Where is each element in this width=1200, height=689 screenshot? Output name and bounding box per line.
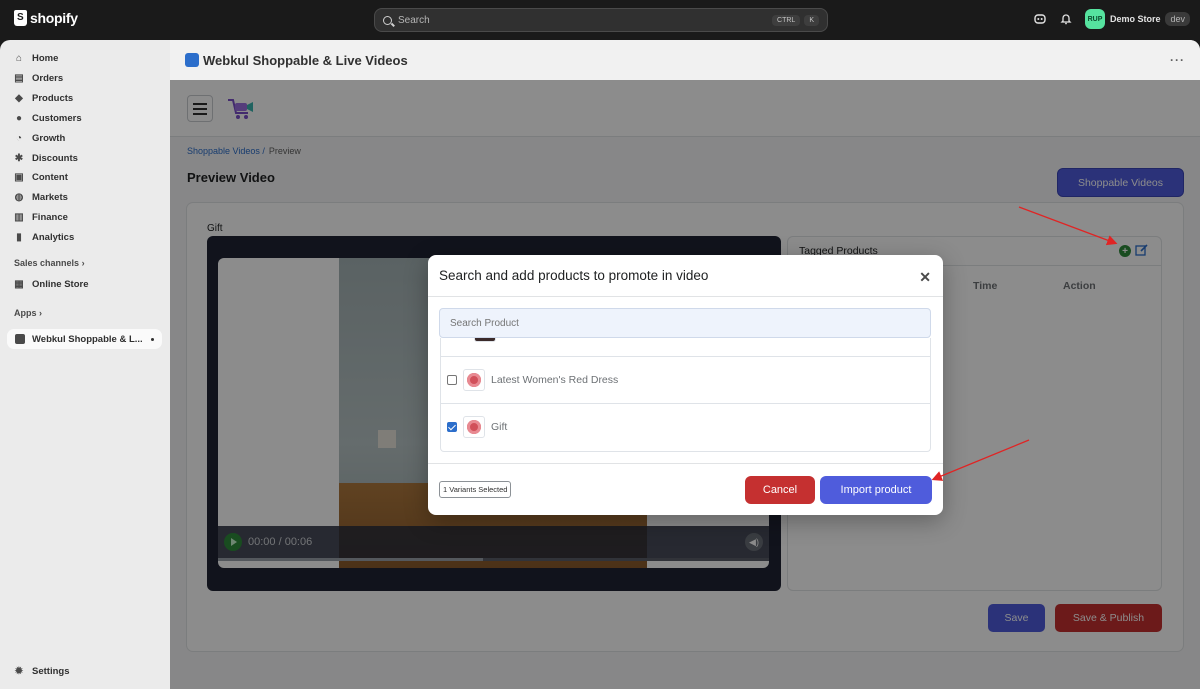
product-name: Latest Women's Red Dress [491, 374, 619, 386]
shortcut-keys: CTRL K [772, 14, 819, 26]
apps-label: Apps [14, 308, 37, 318]
store-icon: ▦ [14, 278, 24, 290]
product-thumbnail [474, 338, 496, 342]
variants-selected-badge: 1 Variants Selected [439, 481, 512, 498]
store-name: Demo Store [1109, 14, 1161, 24]
inbox-icon: ▤ [14, 72, 24, 84]
chevron-right-icon: › [39, 308, 43, 318]
product-image [467, 373, 481, 387]
sidebar-item-label: Settings [32, 665, 70, 677]
close-icon[interactable]: ✕ [919, 269, 931, 286]
shopify-bag-icon [14, 10, 27, 26]
divider [428, 463, 943, 464]
sidekick-icon[interactable] [1033, 12, 1047, 26]
divider [428, 296, 943, 297]
app-title: Webkul Shoppable & Live Videos [203, 52, 408, 68]
product-list[interactable]: Latest Women's Red Dress Gift [440, 338, 931, 452]
modal-title: Search and add products to promote in vi… [439, 268, 709, 283]
discount-icon: ✱ [14, 152, 24, 164]
more-options-icon[interactable]: ··· [1170, 53, 1185, 67]
dev-badge: dev [1165, 12, 1190, 26]
sidebar-item-label: Home [32, 52, 59, 64]
globe-icon: ◍ [14, 191, 24, 203]
sidebar-item-label: Finance [32, 211, 68, 223]
sidebar-item-content[interactable]: ▣ Content [14, 170, 68, 184]
add-products-modal: Search and add products to promote in vi… [428, 255, 943, 515]
sidebar-item-label: Orders [32, 72, 64, 84]
product-row[interactable]: Gift [441, 403, 930, 450]
sidebar-item-label: Growth [32, 132, 66, 144]
brand-name: shopify [30, 10, 78, 26]
global-search-input[interactable]: Search CTRL K [374, 8, 828, 32]
search-placeholder: Search [398, 14, 430, 26]
person-icon: ● [15, 112, 23, 124]
bank-icon: ▥ [14, 211, 24, 223]
chart-icon: ▮ [16, 231, 22, 243]
app-icon [15, 334, 25, 344]
sidebar-item-online-store[interactable]: ▦ Online Store [14, 277, 88, 291]
product-name: Gift [491, 421, 508, 433]
sidebar-item-label: Discounts [32, 152, 78, 164]
sidebar-item-webkul-app[interactable]: Webkul Shoppable & L... [7, 329, 162, 349]
sidebar: ⌂ Home ▤ Orders ◆ Products ● Customers ◔ Grow… [0, 40, 170, 689]
store-menu[interactable]: RUP Demo Store dev [1084, 9, 1190, 29]
sidebar-item-growth[interactable]: ◔ Growth [14, 131, 65, 145]
sidebar-item-markets[interactable]: ◍ Markets [14, 190, 68, 204]
gear-icon: ✹ [14, 665, 24, 677]
sidebar-item-home[interactable]: ⌂ Home [14, 51, 58, 65]
gauge-icon: ◔ [15, 132, 23, 144]
sidebar-item-orders[interactable]: ▤ Orders [14, 71, 63, 85]
sidebar-item-label: Online Store [32, 278, 89, 290]
search-icon [383, 15, 392, 25]
product-thumbnail [463, 369, 485, 391]
search-product-input[interactable] [439, 308, 931, 338]
sidebar-item-products[interactable]: ◆ Products [14, 91, 73, 105]
chevron-right-icon: › [81, 258, 85, 268]
product-row[interactable]: Latest Women's Red Dress [441, 356, 930, 403]
sidebar-item-settings[interactable]: ✹ Settings [14, 664, 70, 678]
sales-channels-label: Sales channels [14, 258, 80, 268]
import-product-button[interactable]: Import product [820, 476, 932, 504]
product-thumbnail [463, 416, 485, 438]
sidebar-item-label: Content [32, 171, 68, 183]
sidebar-item-label: Analytics [32, 231, 75, 243]
sales-channels-heading[interactable]: Sales channels › [14, 258, 85, 268]
cancel-button[interactable]: Cancel [745, 476, 815, 504]
sidebar-item-label: Products [32, 92, 74, 104]
sidebar-item-analytics[interactable]: ▮ Analytics [14, 230, 74, 244]
sidebar-item-finance[interactable]: ▥ Finance [14, 210, 68, 224]
product-checkbox-checked[interactable] [447, 422, 457, 432]
bell-icon[interactable] [1059, 12, 1073, 26]
tag-icon: ◆ [15, 92, 23, 104]
content-icon: ▣ [14, 171, 24, 183]
sidebar-item-customers[interactable]: ● Customers [14, 111, 82, 125]
top-bar: shopify Search CTRL K RUP Demo Store dev [0, 0, 1200, 40]
home-icon: ⌂ [15, 52, 23, 64]
shopify-logo[interactable]: shopify [14, 10, 78, 26]
top-icons: RUP Demo Store dev [1033, 9, 1190, 29]
sidebar-item-label: Customers [32, 112, 82, 124]
store-avatar: RUP [1084, 9, 1105, 29]
kbd-ctrl: CTRL [772, 14, 801, 26]
app-title-bar: Webkul Shoppable & Live Videos ··· [170, 40, 1200, 80]
product-image [467, 420, 481, 434]
kbd-k: K [804, 14, 819, 26]
pin-dot-icon [151, 337, 154, 341]
app-logo-icon [185, 53, 199, 67]
sidebar-item-label: Markets [32, 191, 68, 203]
sidebar-item-discounts[interactable]: ✱ Discounts [14, 151, 78, 165]
product-checkbox[interactable] [447, 375, 457, 385]
sidebar-item-label: Webkul Shoppable & L... [32, 333, 143, 345]
apps-heading[interactable]: Apps › [14, 308, 42, 318]
